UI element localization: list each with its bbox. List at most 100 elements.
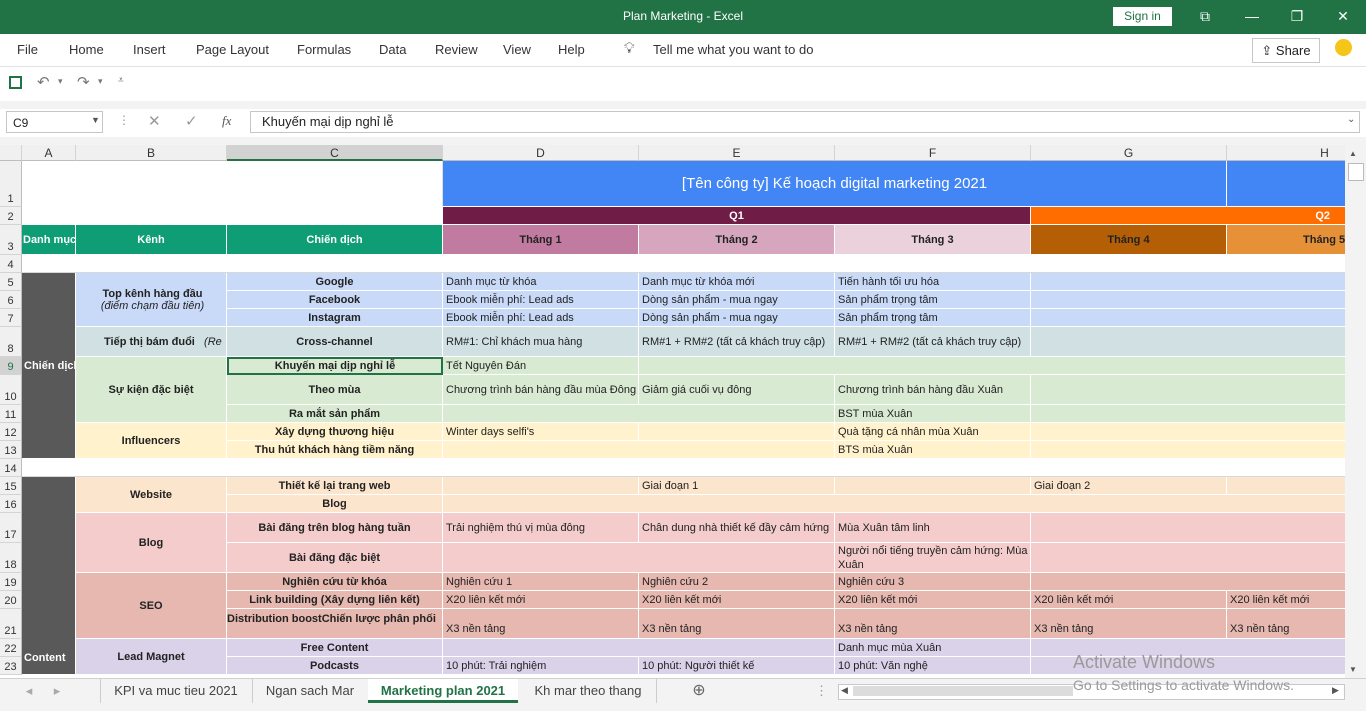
campaign-seasonal[interactable]: Theo mùa	[227, 375, 443, 405]
r6-d[interactable]: Ebook miễn phí: Lead ads	[443, 291, 639, 309]
header-category[interactable]: Danh mục	[22, 225, 76, 255]
menu-home[interactable]: Home	[69, 42, 104, 57]
r15-h[interactable]	[1227, 477, 1345, 495]
campaign-branding[interactable]: Xây dựng thương hiệu	[227, 423, 443, 441]
r8-gh[interactable]	[1031, 327, 1345, 357]
r21-g[interactable]: X3 nền tảng	[1031, 609, 1227, 639]
r10-gh[interactable]	[1031, 375, 1345, 405]
sign-in-button[interactable]: Sign in	[1113, 7, 1172, 26]
r17-e[interactable]: Chân dung nhà thiết kế đầy cảm hứng	[639, 513, 835, 543]
prev-sheet-icon[interactable]: ◂	[22, 679, 36, 703]
r18-de[interactable]	[443, 543, 835, 573]
r12-gh[interactable]	[1031, 423, 1345, 441]
r6-e[interactable]: Dòng sản phẩm - mua ngay	[639, 291, 835, 309]
r9-d[interactable]: Tết Nguyên Đán	[443, 357, 639, 375]
r7-gh[interactable]	[1031, 309, 1345, 327]
h-scroll-thumb[interactable]	[853, 686, 1073, 696]
row-header-10[interactable]: 10	[0, 375, 22, 405]
campaign-google[interactable]: Google	[227, 273, 443, 291]
channel-lead-magnet[interactable]: Lead Magnet	[76, 639, 227, 675]
vertical-scrollbar[interactable]: ▲ ▼	[1345, 145, 1366, 678]
r13-gh[interactable]	[1031, 441, 1345, 459]
r19-e[interactable]: Nghiên cứu 2	[639, 573, 835, 591]
col-header-h[interactable]: H	[1227, 145, 1345, 161]
campaign-weekly-post[interactable]: Bài đăng trên blog hàng tuần	[227, 513, 443, 543]
r8-e[interactable]: RM#1 + RM#2 (tất cả khách truy cập)	[639, 327, 835, 357]
scroll-thumb[interactable]	[1348, 163, 1364, 181]
campaign-product-launch[interactable]: Ra mắt sản phẩm	[227, 405, 443, 423]
campaign-distribution[interactable]: Distribution boostChiến lược phân phối	[227, 609, 443, 639]
r18-f[interactable]: Người nổi tiếng truyền cảm hứng: Mùa Xuâ…	[835, 543, 1031, 573]
q2-header[interactable]: Q2	[1031, 207, 1345, 225]
col-header-e[interactable]: E	[639, 145, 835, 161]
maximize-icon[interactable]: ❐	[1285, 6, 1309, 26]
sheet-tab-kpi[interactable]: KPI va muc tieu 2021	[100, 679, 251, 703]
r19-gh[interactable]	[1031, 573, 1345, 591]
r5-e[interactable]: Danh mục từ khóa mới	[639, 273, 835, 291]
title-blank-cell[interactable]	[22, 161, 443, 207]
r23-e[interactable]: 10 phút: Người thiết kế	[639, 657, 835, 675]
row-header-12[interactable]: 12	[0, 423, 22, 441]
r11-de[interactable]	[443, 405, 835, 423]
channel-website[interactable]: Website	[76, 477, 227, 513]
row-header-5[interactable]: 5	[0, 273, 22, 291]
r15-d[interactable]	[443, 477, 639, 495]
enter-icon[interactable]: ✓	[185, 112, 198, 130]
ribbon-display-icon[interactable]: ⧉	[1193, 6, 1217, 26]
r6-gh[interactable]	[1031, 291, 1345, 309]
r21-f[interactable]: X3 nền tảng	[835, 609, 1031, 639]
campaign-redesign[interactable]: Thiết kế lại trang web	[227, 477, 443, 495]
row-header-9[interactable]: 9	[0, 357, 22, 375]
r15-e[interactable]: Giai đoạn 1	[639, 477, 835, 495]
campaign-link-building[interactable]: Link building (Xây dựng liên kết)	[227, 591, 443, 609]
title-overflow-cell[interactable]	[1227, 161, 1345, 207]
header-month-4[interactable]: Tháng 4	[1031, 225, 1227, 255]
header-channel[interactable]: Kênh	[76, 225, 227, 255]
expand-formula-bar-icon[interactable]: ⌄	[1347, 114, 1355, 125]
r20-e[interactable]: X20 liên kết mới	[639, 591, 835, 609]
r20-g[interactable]: X20 liên kết mới	[1031, 591, 1227, 609]
r23-d[interactable]: 10 phút: Trải nghiệm	[443, 657, 639, 675]
col-header-a[interactable]: A	[22, 145, 76, 161]
campaign-special-post[interactable]: Bài đăng đặc biệt	[227, 543, 443, 573]
row-header-23[interactable]: 23	[0, 657, 22, 675]
scroll-down-icon[interactable]: ▼	[1349, 665, 1357, 674]
close-icon[interactable]: ✕	[1331, 6, 1355, 26]
row14-blank[interactable]	[22, 459, 1345, 477]
cancel-icon[interactable]: ✕	[148, 112, 161, 130]
campaign-holiday-promo-selected[interactable]: Khuyến mại dịp nghỉ lễ	[227, 357, 443, 375]
campaign-instagram[interactable]: Instagram	[227, 309, 443, 327]
r7-f[interactable]: Sản phẩm trọng tâm	[835, 309, 1031, 327]
row-header-4[interactable]: 4	[0, 255, 22, 273]
campaign-podcasts[interactable]: Podcasts	[227, 657, 443, 675]
channel-blog[interactable]: Blog	[76, 513, 227, 573]
r8-f[interactable]: RM#1 + RM#2 (tất cả khách truy cập)	[835, 327, 1031, 357]
r17-f[interactable]: Mùa Xuân tâm linh	[835, 513, 1031, 543]
redo-icon[interactable]: ↷	[77, 73, 90, 91]
campaign-blog[interactable]: Blog	[227, 495, 443, 513]
r12-e[interactable]	[639, 423, 835, 441]
worksheet-grid[interactable]: A B C D E F G H 1 2 3 4 5 6 7 8 9 10 11 …	[0, 145, 1345, 678]
r12-f[interactable]: Quà tặng cá nhân mùa Xuân	[835, 423, 1031, 441]
row-header-15[interactable]: 15	[0, 477, 22, 495]
r15-f[interactable]	[835, 477, 1031, 495]
menu-help[interactable]: Help	[558, 42, 585, 57]
sheet-tab-monthly[interactable]: Kh mar theo thang	[520, 679, 657, 703]
header-month-2[interactable]: Tháng 2	[639, 225, 835, 255]
r22-f[interactable]: Danh mục mùa Xuân	[835, 639, 1031, 657]
formula-options-icon[interactable]: ⋮	[118, 113, 130, 127]
campaign-free-content[interactable]: Free Content	[227, 639, 443, 657]
row-header-16[interactable]: 16	[0, 495, 22, 513]
campaign-keyword-research[interactable]: Nghiên cứu từ khóa	[227, 573, 443, 591]
row-header-18[interactable]: 18	[0, 543, 22, 573]
row-header-21[interactable]: 21	[0, 609, 22, 639]
sheet-tab-budget[interactable]: Ngan sach Mar	[252, 679, 367, 703]
scroll-up-icon[interactable]: ▲	[1349, 149, 1357, 158]
sheet-tab-marketing-plan[interactable]: Marketing plan 2021	[368, 679, 518, 703]
row2-blank-cell[interactable]	[22, 207, 443, 225]
r20-d[interactable]: X20 liên kết mới	[443, 591, 639, 609]
col-header-f[interactable]: F	[835, 145, 1031, 161]
r10-d[interactable]: Chương trình bán hàng đầu mùa Đông	[443, 375, 639, 405]
formula-input[interactable]: Khuyến mại dịp nghỉ lễ	[250, 111, 1360, 133]
insert-function-icon[interactable]: fx	[222, 113, 231, 129]
